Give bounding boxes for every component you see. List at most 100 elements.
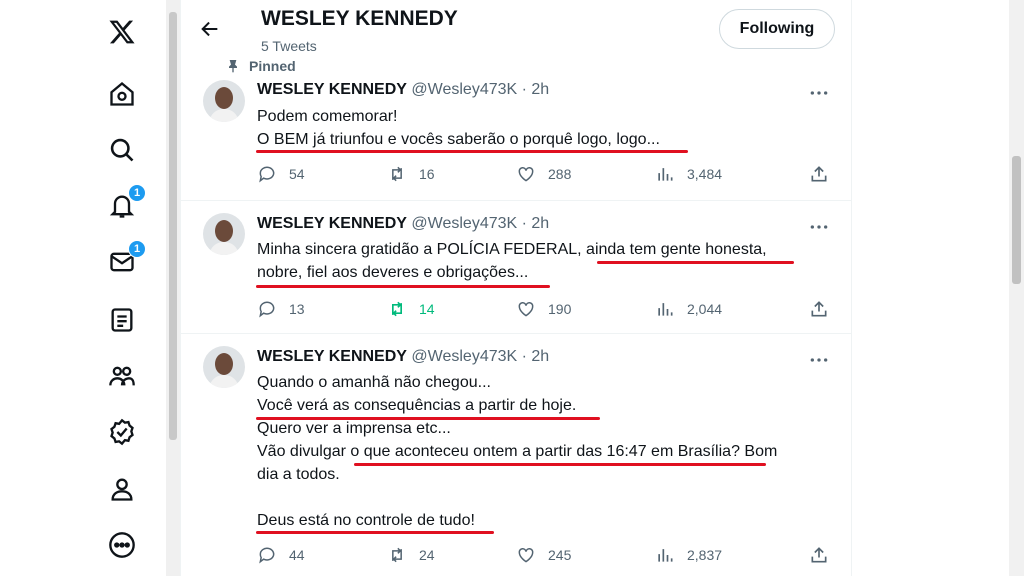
views-button[interactable]: 2,044 <box>655 297 722 321</box>
reply-count: 54 <box>289 166 305 182</box>
retweet-count: 24 <box>419 547 435 563</box>
author-handle[interactable]: @Wesley473K · 2h <box>411 348 549 365</box>
notifications-icon[interactable]: 1 <box>104 184 146 224</box>
heart-icon <box>518 301 534 317</box>
reply-count: 13 <box>289 301 305 317</box>
reply-icon <box>259 547 275 564</box>
tweet[interactable]: WESLEY KENNEDY @Wesley473K · 2h Minha si… <box>181 201 851 334</box>
left-navigation: 1 1 <box>0 0 166 576</box>
tweet-count: 5 Tweets <box>261 38 317 54</box>
like-count: 190 <box>548 301 572 317</box>
timeline-column: Pinned WESLEY KENNEDY @Wesley473K · 2h P… <box>180 0 852 576</box>
share-icon <box>811 547 827 563</box>
red-underline-annotation <box>354 463 766 466</box>
tweet-line: Você verá as consequências a partir de h… <box>257 397 577 414</box>
more-options-icon[interactable] <box>807 350 831 370</box>
reply-button[interactable]: 13 <box>257 297 305 321</box>
avatar[interactable] <box>203 346 245 388</box>
red-underline-annotation <box>597 261 794 264</box>
share-button[interactable] <box>809 543 829 567</box>
like-count: 288 <box>548 166 572 182</box>
author-name[interactable]: WESLEY KENNEDY <box>257 348 407 365</box>
profile-icon[interactable] <box>104 471 140 507</box>
author-handle[interactable]: @Wesley473K · 2h <box>411 215 549 232</box>
like-count: 245 <box>548 547 572 563</box>
retweet-icon <box>392 547 402 563</box>
share-button[interactable] <box>809 297 829 321</box>
red-underline-annotation <box>256 417 600 420</box>
pinned-label: Pinned <box>249 58 296 74</box>
retweet-icon <box>392 301 402 317</box>
share-icon <box>811 301 827 317</box>
views-button[interactable]: 2,837 <box>655 543 722 567</box>
view-count: 3,484 <box>687 166 723 182</box>
page-title: WESLEY KENNEDY <box>261 7 458 30</box>
like-button[interactable]: 190 <box>516 297 571 321</box>
verified-icon[interactable] <box>104 414 140 450</box>
author-handle[interactable]: @Wesley473K · 2h <box>411 81 549 98</box>
tweet[interactable]: Pinned WESLEY KENNEDY @Wesley473K · 2h P… <box>181 58 851 201</box>
red-underline-annotation <box>256 531 494 534</box>
like-button[interactable]: 245 <box>516 543 571 567</box>
profile-header: WESLEY KENNEDY 5 Tweets Following <box>181 0 851 58</box>
tweet-actions: 54 16 288 3,484 <box>257 162 827 186</box>
reply-button[interactable]: 54 <box>257 162 305 186</box>
retweet-icon <box>392 166 402 182</box>
tweet-actions: 13 14 190 2,044 <box>257 297 827 321</box>
heart-icon <box>518 547 534 563</box>
like-button[interactable]: 288 <box>516 162 571 186</box>
reply-count: 44 <box>289 547 305 563</box>
tweet-line: Deus está no controle de tudo! <box>257 512 475 529</box>
red-underline-annotation <box>256 150 688 153</box>
tweet-line: Quero ver a imprensa etc... <box>257 420 451 437</box>
pin-icon <box>229 60 237 73</box>
retweet-button[interactable]: 14 <box>387 297 435 321</box>
following-button[interactable]: Following <box>719 9 835 49</box>
tweet-line: Podem comemorar! <box>257 108 398 125</box>
pinned-indicator: Pinned <box>225 58 296 74</box>
more-icon[interactable] <box>104 527 140 563</box>
tweet-line: Minha sincera gratidão a POLÍCIA FEDERAL… <box>257 241 767 258</box>
share-button[interactable] <box>809 162 829 186</box>
views-button[interactable]: 3,484 <box>655 162 722 186</box>
tweet[interactable]: WESLEY KENNEDY @Wesley473K · 2h Quando o… <box>181 334 851 576</box>
lists-icon[interactable] <box>104 302 140 338</box>
back-arrow-icon[interactable] <box>197 16 223 42</box>
messages-badge: 1 <box>128 240 146 258</box>
tweet-actions: 44 24 245 2,837 <box>257 543 827 567</box>
more-options-icon[interactable] <box>807 83 831 103</box>
home-icon[interactable] <box>104 76 140 112</box>
notification-badge: 1 <box>128 184 146 202</box>
nav-scrollbar[interactable] <box>166 0 180 576</box>
analytics-icon <box>658 303 673 316</box>
author-name[interactable]: WESLEY KENNEDY <box>257 215 407 232</box>
nav-scrollbar-thumb[interactable] <box>169 12 177 440</box>
more-options-icon[interactable] <box>807 217 831 237</box>
tweet-line: Quando o amanhã não chegou... <box>257 374 491 391</box>
page-scrollbar[interactable] <box>1009 0 1024 576</box>
view-count: 2,837 <box>687 547 723 563</box>
tweet-line: nobre, fiel aos deveres e obrigações... <box>257 264 529 281</box>
heart-icon <box>518 166 534 182</box>
avatar[interactable] <box>203 213 245 255</box>
tweet-line: O BEM já triunfou e vocês saberão o porq… <box>257 131 660 148</box>
retweet-count: 14 <box>419 301 435 317</box>
retweet-count: 16 <box>419 166 435 182</box>
tweet-line <box>257 486 827 509</box>
page-scrollbar-thumb[interactable] <box>1012 156 1021 284</box>
reply-button[interactable]: 44 <box>257 543 305 567</box>
red-underline-annotation <box>256 285 550 288</box>
reply-icon <box>259 301 275 318</box>
tweet-line: dia a todos. <box>257 466 340 483</box>
x-logo-icon[interactable] <box>104 14 140 50</box>
tweet-text: Podem comemorar! O BEM já triunfou e voc… <box>257 105 827 151</box>
communities-icon[interactable] <box>104 358 140 394</box>
author-name[interactable]: WESLEY KENNEDY <box>257 81 407 98</box>
search-icon[interactable] <box>104 132 140 168</box>
analytics-icon <box>658 168 673 181</box>
tweet-line: Vão divulgar o que aconteceu ontem a par… <box>257 443 778 460</box>
messages-icon[interactable]: 1 <box>104 240 146 280</box>
avatar[interactable] <box>203 80 245 122</box>
retweet-button[interactable]: 24 <box>387 543 435 567</box>
retweet-button[interactable]: 16 <box>387 162 435 186</box>
